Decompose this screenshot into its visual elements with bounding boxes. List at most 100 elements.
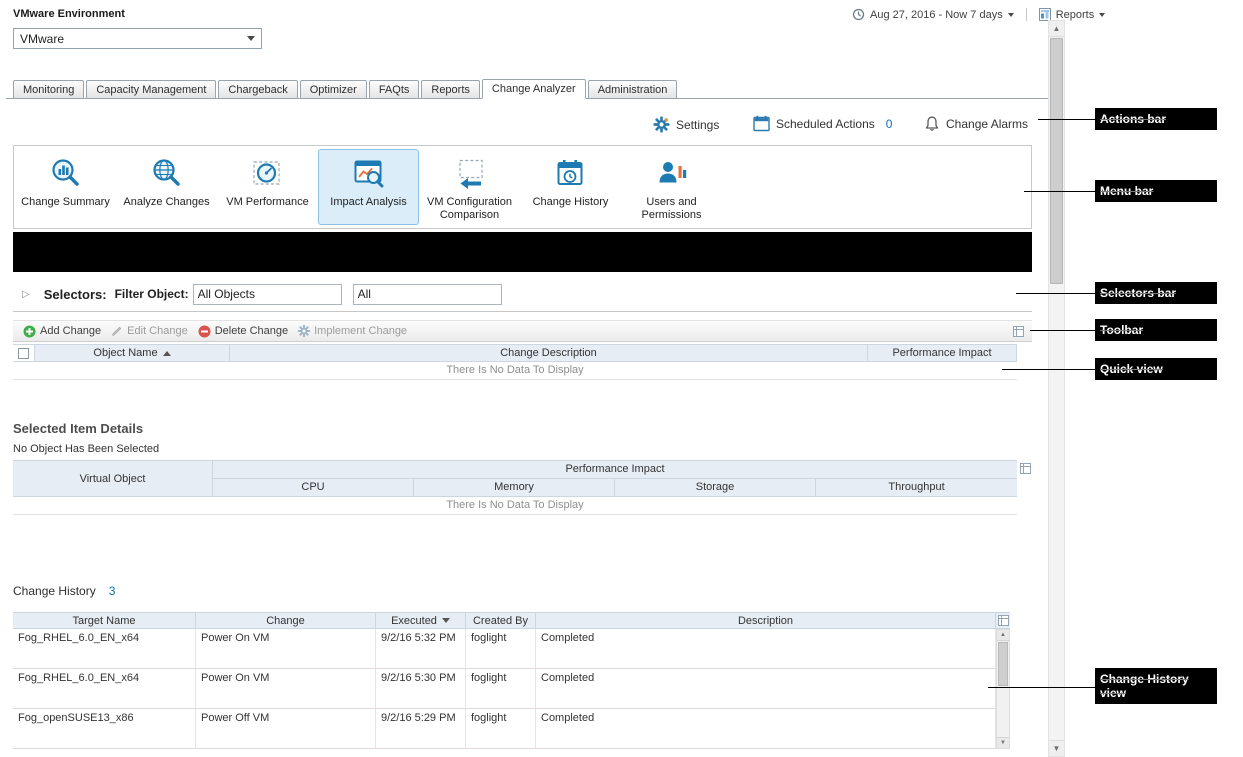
menu-item-label: Analyze Changes: [123, 196, 209, 209]
tab-faqts[interactable]: FAQts: [369, 80, 420, 99]
reports-caret-icon[interactable]: [1099, 13, 1105, 17]
environment-selector-value: VMware: [20, 32, 64, 46]
change-history-title: Change History: [13, 584, 96, 598]
implement-change-label: Implement Change: [314, 325, 407, 337]
change-history-count[interactable]: 3: [109, 584, 116, 598]
scroll-up-icon[interactable]: ▲: [997, 630, 1009, 641]
column-storage[interactable]: Storage: [615, 479, 816, 496]
scroll-up-icon[interactable]: ▲: [1049, 21, 1064, 37]
table-row[interactable]: Fog_RHEL_6.0_EN_x64 Power On VM 9/2/16 5…: [13, 669, 996, 709]
toolbar: Add Change Edit Change Delete Change Imp…: [13, 320, 1032, 342]
add-icon: [23, 325, 36, 338]
menu-item-analyze-changes[interactable]: Analyze Changes: [116, 149, 217, 225]
cell-target-name: Fog_RHEL_6.0_EN_x64: [13, 629, 196, 668]
environment-selector[interactable]: VMware: [13, 28, 262, 49]
column-performance-impact[interactable]: Performance Impact: [868, 345, 1017, 361]
column-target-name[interactable]: Target Name: [13, 613, 196, 628]
selectors-title: Selectors:: [44, 287, 107, 302]
table-row[interactable]: Fog_openSUSE13_x86 Power Off VM 9/2/16 5…: [13, 709, 996, 749]
change-history-rows: Fog_RHEL_6.0_EN_x64 Power On VM 9/2/16 5…: [13, 629, 996, 749]
column-performance-impact-label: Performance Impact: [892, 347, 991, 359]
column-created-by[interactable]: Created By: [466, 613, 536, 628]
time-range-label[interactable]: Aug 27, 2016 - Now 7 days: [870, 9, 1003, 21]
scheduled-actions-button[interactable]: Scheduled Actions 0: [753, 115, 892, 132]
column-memory[interactable]: Memory: [414, 479, 615, 496]
column-created-by-label: Created By: [473, 615, 528, 627]
filter-object-input[interactable]: [193, 284, 342, 305]
vm-configuration-comparison-icon: [453, 155, 487, 192]
tab-chargeback[interactable]: Chargeback: [218, 80, 297, 99]
reports-menu-label[interactable]: Reports: [1056, 9, 1095, 21]
impact-analysis-icon: [352, 155, 386, 192]
cell-change: Power On VM: [196, 669, 376, 708]
edit-change-label: Edit Change: [127, 325, 188, 337]
column-executed[interactable]: Executed: [376, 613, 466, 628]
implement-change-button[interactable]: Implement Change: [298, 325, 407, 337]
column-change-description-label: Change Description: [500, 347, 597, 359]
menu-item-change-summary[interactable]: Change Summary: [15, 149, 116, 225]
column-change-description[interactable]: Change Description: [230, 345, 868, 361]
toolbar-customizer-icon[interactable]: [1013, 326, 1024, 337]
scroll-down-icon[interactable]: ▼: [997, 737, 1009, 748]
add-change-button[interactable]: Add Change: [23, 325, 101, 338]
tab-administration[interactable]: Administration: [588, 80, 678, 99]
callout-line-actions-bar: [1038, 119, 1096, 120]
tab-change-analyzer[interactable]: Change Analyzer: [482, 79, 586, 99]
scroll-down-icon[interactable]: ▼: [1049, 740, 1064, 756]
table-row[interactable]: Fog_RHEL_6.0_EN_x64 Power On VM 9/2/16 5…: [13, 629, 996, 669]
menu-item-users-and-permissions[interactable]: Users and Permissions: [621, 149, 722, 225]
tab-reports[interactable]: Reports: [421, 80, 480, 99]
callout-line-selectors-bar: [1016, 293, 1096, 294]
cell-description: Completed: [536, 629, 996, 668]
menu-item-vm-performance[interactable]: VM Performance: [217, 149, 318, 225]
selectors-bar: ▷ Selectors: Filter Object:: [13, 277, 1032, 312]
column-change[interactable]: Change: [196, 613, 376, 628]
menu-item-vm-configuration-comparison[interactable]: VM Configuration Comparison: [419, 149, 520, 225]
main-scrollbar[interactable]: ▲ ▼: [1048, 20, 1065, 757]
select-all-checkbox[interactable]: [18, 348, 29, 359]
column-virtual-object[interactable]: Virtual Object: [13, 461, 213, 497]
tab-capacity-management[interactable]: Capacity Management: [86, 80, 216, 99]
column-description[interactable]: Description: [536, 613, 996, 628]
change-history-icon: [554, 155, 588, 192]
header-divider: [1026, 8, 1027, 21]
edit-change-button[interactable]: Edit Change: [111, 325, 188, 337]
cell-target-name: Fog_openSUSE13_x86: [13, 709, 196, 748]
callout-line-menu-bar: [1024, 191, 1096, 192]
change-alarms-button[interactable]: Change Alarms: [924, 115, 1028, 132]
implement-gear-icon: [298, 325, 310, 337]
column-cpu[interactable]: CPU: [213, 479, 414, 496]
tab-monitoring[interactable]: Monitoring: [13, 80, 84, 99]
column-throughput[interactable]: Throughput: [816, 479, 1017, 496]
tab-optimizer[interactable]: Optimizer: [300, 80, 367, 99]
scrollbar-thumb[interactable]: [998, 642, 1008, 686]
filter-type-input[interactable]: [353, 284, 502, 305]
delete-change-button[interactable]: Delete Change: [198, 325, 288, 338]
selected-item-details-title: Selected Item Details: [13, 421, 143, 436]
time-range-caret-icon[interactable]: [1008, 13, 1014, 17]
change-history-title-row: Change History 3: [13, 584, 115, 598]
menu-item-label: VM Performance: [226, 196, 309, 209]
column-group-performance-impact: Performance Impact: [213, 461, 1017, 479]
change-history-customizer-icon[interactable]: [998, 615, 1009, 626]
selectors-expander-icon[interactable]: ▷: [22, 289, 30, 300]
settings-button[interactable]: Settings: [653, 116, 719, 133]
column-description-label: Description: [738, 615, 793, 627]
cell-created-by: foglight: [466, 629, 536, 668]
scrollbar-thumb[interactable]: [1050, 38, 1063, 284]
environment-selector-caret-icon: [247, 36, 255, 41]
cell-executed: 9/2/16 5:32 PM: [376, 629, 466, 668]
delete-change-label: Delete Change: [215, 325, 288, 337]
column-change-label: Change: [266, 615, 305, 627]
select-all-cell: [13, 345, 35, 361]
change-history-scrollbar[interactable]: ▲ ▼: [996, 629, 1010, 749]
details-empty-message: There Is No Data To Display: [13, 497, 1017, 515]
bell-icon: [924, 115, 940, 132]
cell-description: Completed: [536, 669, 996, 708]
details-customizer-icon[interactable]: [1020, 463, 1031, 474]
column-object-name[interactable]: Object Name: [35, 345, 230, 361]
menu-item-label: Change Summary: [21, 196, 110, 209]
menu-item-change-history[interactable]: Change History: [520, 149, 621, 225]
menu-item-impact-analysis[interactable]: Impact Analysis: [318, 149, 419, 225]
menu-bar: Change Summary Analyze Changes: [13, 145, 1032, 229]
